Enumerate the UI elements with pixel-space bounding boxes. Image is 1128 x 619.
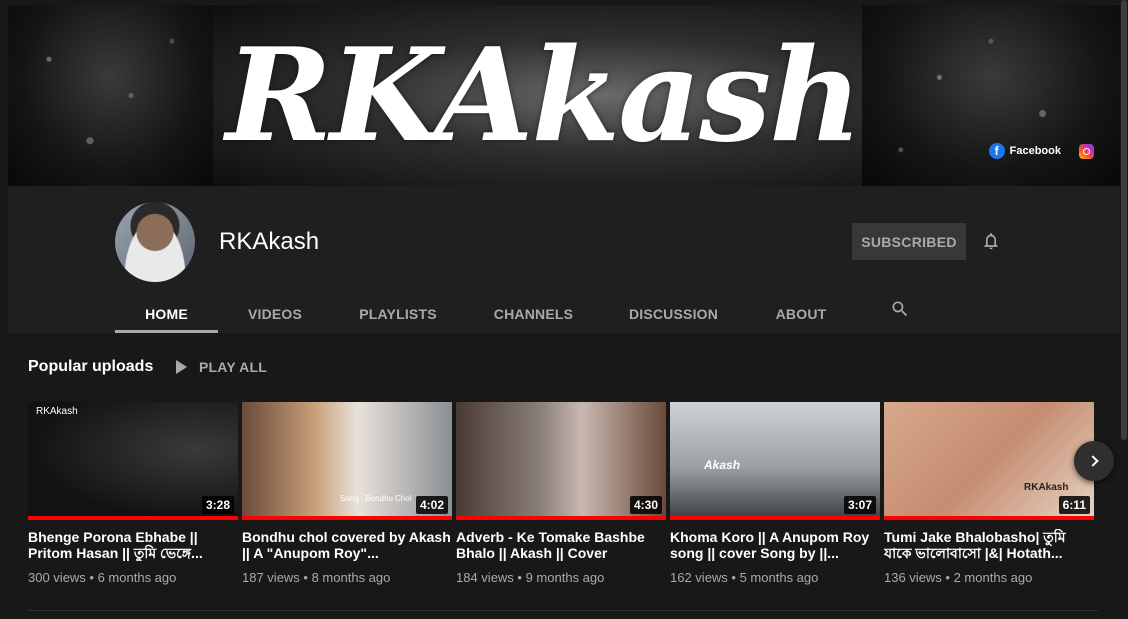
section-divider [28, 610, 1098, 611]
video-views: 136 views [884, 570, 942, 585]
instagram-link[interactable] [1079, 143, 1094, 159]
facebook-link-label: Facebook [1009, 145, 1061, 157]
banner-links: f Facebook [988, 143, 1094, 159]
watch-progress-bar [670, 516, 880, 520]
video-duration: 4:02 [415, 496, 448, 514]
play-icon [176, 360, 187, 374]
scrollbar[interactable] [1120, 0, 1128, 619]
video-title[interactable]: Bondhu chol covered by Akash || A "Anupo… [242, 529, 452, 561]
video-thumbnail[interactable]: RKAkash 3:28 [28, 402, 238, 520]
play-all-label: PLAY ALL [199, 359, 267, 375]
subscribed-button[interactable]: SUBSCRIBED [852, 223, 966, 260]
video-title[interactable]: Tumi Jake Bhalobasho| তুমি যাকে ভালোবাসো… [884, 529, 1094, 561]
video-age: 9 months ago [525, 570, 605, 585]
banner-logo: RKAkash [225, 20, 863, 171]
video-item[interactable]: RKAkash 3:28 Bhenge Porona Ebhabe || Pri… [28, 402, 238, 585]
tab-discussion[interactable]: DISCUSSION [603, 294, 744, 333]
video-views: 300 views [28, 570, 86, 585]
video-duration: 3:07 [843, 496, 876, 514]
video-thumbnail[interactable]: Akash 3:07 [670, 402, 880, 520]
video-duration: 3:28 [201, 496, 234, 514]
facebook-link[interactable]: f Facebook [988, 143, 1061, 159]
shelf-next-button[interactable] [1074, 441, 1114, 481]
tab-home[interactable]: HOME [115, 294, 218, 333]
video-age: 5 months ago [739, 570, 819, 585]
video-views: 187 views [242, 570, 300, 585]
watch-progress-bar [28, 516, 238, 520]
video-duration: 4:30 [629, 496, 662, 514]
thumbnail-overlay-text: Akash [704, 458, 741, 472]
avatar[interactable] [115, 202, 195, 282]
video-meta: 162 views • 5 months ago [670, 570, 819, 585]
video-age: 6 months ago [97, 570, 177, 585]
video-item[interactable]: Akash 3:07 Khoma Koro || A Anupom Roy so… [670, 402, 880, 585]
thumbnail-overlay-text: Song : Bondhu Chol [340, 494, 412, 503]
tab-playlists[interactable]: PLAYLISTS [332, 294, 464, 333]
video-title[interactable]: Bhenge Porona Ebhabe || Pritom Hasan || … [28, 529, 238, 561]
video-title[interactable]: Khoma Koro || A Anupom Roy song || cover… [670, 529, 880, 561]
video-thumbnail[interactable]: 4:30 [456, 402, 666, 520]
video-age: 2 months ago [953, 570, 1033, 585]
video-item[interactable]: RKAkash 6:11 Tumi Jake Bhalobasho| তুমি … [884, 402, 1094, 585]
video-meta: 136 views • 2 months ago [884, 570, 1033, 585]
video-meta: 184 views • 9 months ago [456, 570, 605, 585]
chevron-right-icon [1086, 455, 1099, 467]
channel-banner: RKAkash f Facebook [8, 5, 1120, 186]
video-views: 184 views [456, 570, 514, 585]
scrollbar-thumb[interactable] [1121, 0, 1127, 440]
facebook-icon: f [988, 143, 1005, 159]
video-duration: 6:11 [1058, 496, 1090, 514]
channel-tabs: HOME VIDEOS PLAYLISTS CHANNELS DISCUSSIO… [115, 294, 858, 333]
search-icon[interactable] [890, 299, 910, 319]
instagram-icon [1079, 143, 1094, 159]
video-meta: 300 views • 6 months ago [28, 570, 177, 585]
tab-videos[interactable]: VIDEOS [218, 294, 332, 333]
thumbnail-overlay-text: RKAkash [36, 406, 78, 417]
video-item[interactable]: Song : Bondhu Chol 4:02 Bondhu chol cove… [242, 402, 452, 585]
watch-progress-bar [456, 516, 666, 520]
watch-progress-bar [884, 516, 1094, 520]
watch-progress-bar [242, 516, 452, 520]
play-all-button[interactable]: PLAY ALL [176, 359, 267, 375]
tab-about[interactable]: ABOUT [744, 294, 858, 333]
bell-icon[interactable] [981, 230, 1001, 252]
tab-channels[interactable]: CHANNELS [464, 294, 603, 333]
video-views: 162 views [670, 570, 728, 585]
video-title[interactable]: Adverb - Ke Tomake Bashbe Bhalo || Akash… [456, 529, 666, 561]
video-thumbnail[interactable]: RKAkash 6:11 [884, 402, 1094, 520]
video-thumbnail[interactable]: Song : Bondhu Chol 4:02 [242, 402, 452, 520]
shelf-title: Popular uploads [28, 358, 154, 375]
banner-sparkle-left [8, 5, 213, 186]
video-meta: 187 views • 8 months ago [242, 570, 391, 585]
channel-name: RKAkash [219, 228, 320, 255]
channel-header: RKAkash SUBSCRIBED HOME VIDEOS PLAYLISTS… [8, 186, 1120, 333]
video-item[interactable]: 4:30 Adverb - Ke Tomake Bashbe Bhalo || … [456, 402, 666, 585]
video-age: 8 months ago [311, 570, 391, 585]
thumbnail-overlay-text: RKAkash [1024, 482, 1069, 493]
